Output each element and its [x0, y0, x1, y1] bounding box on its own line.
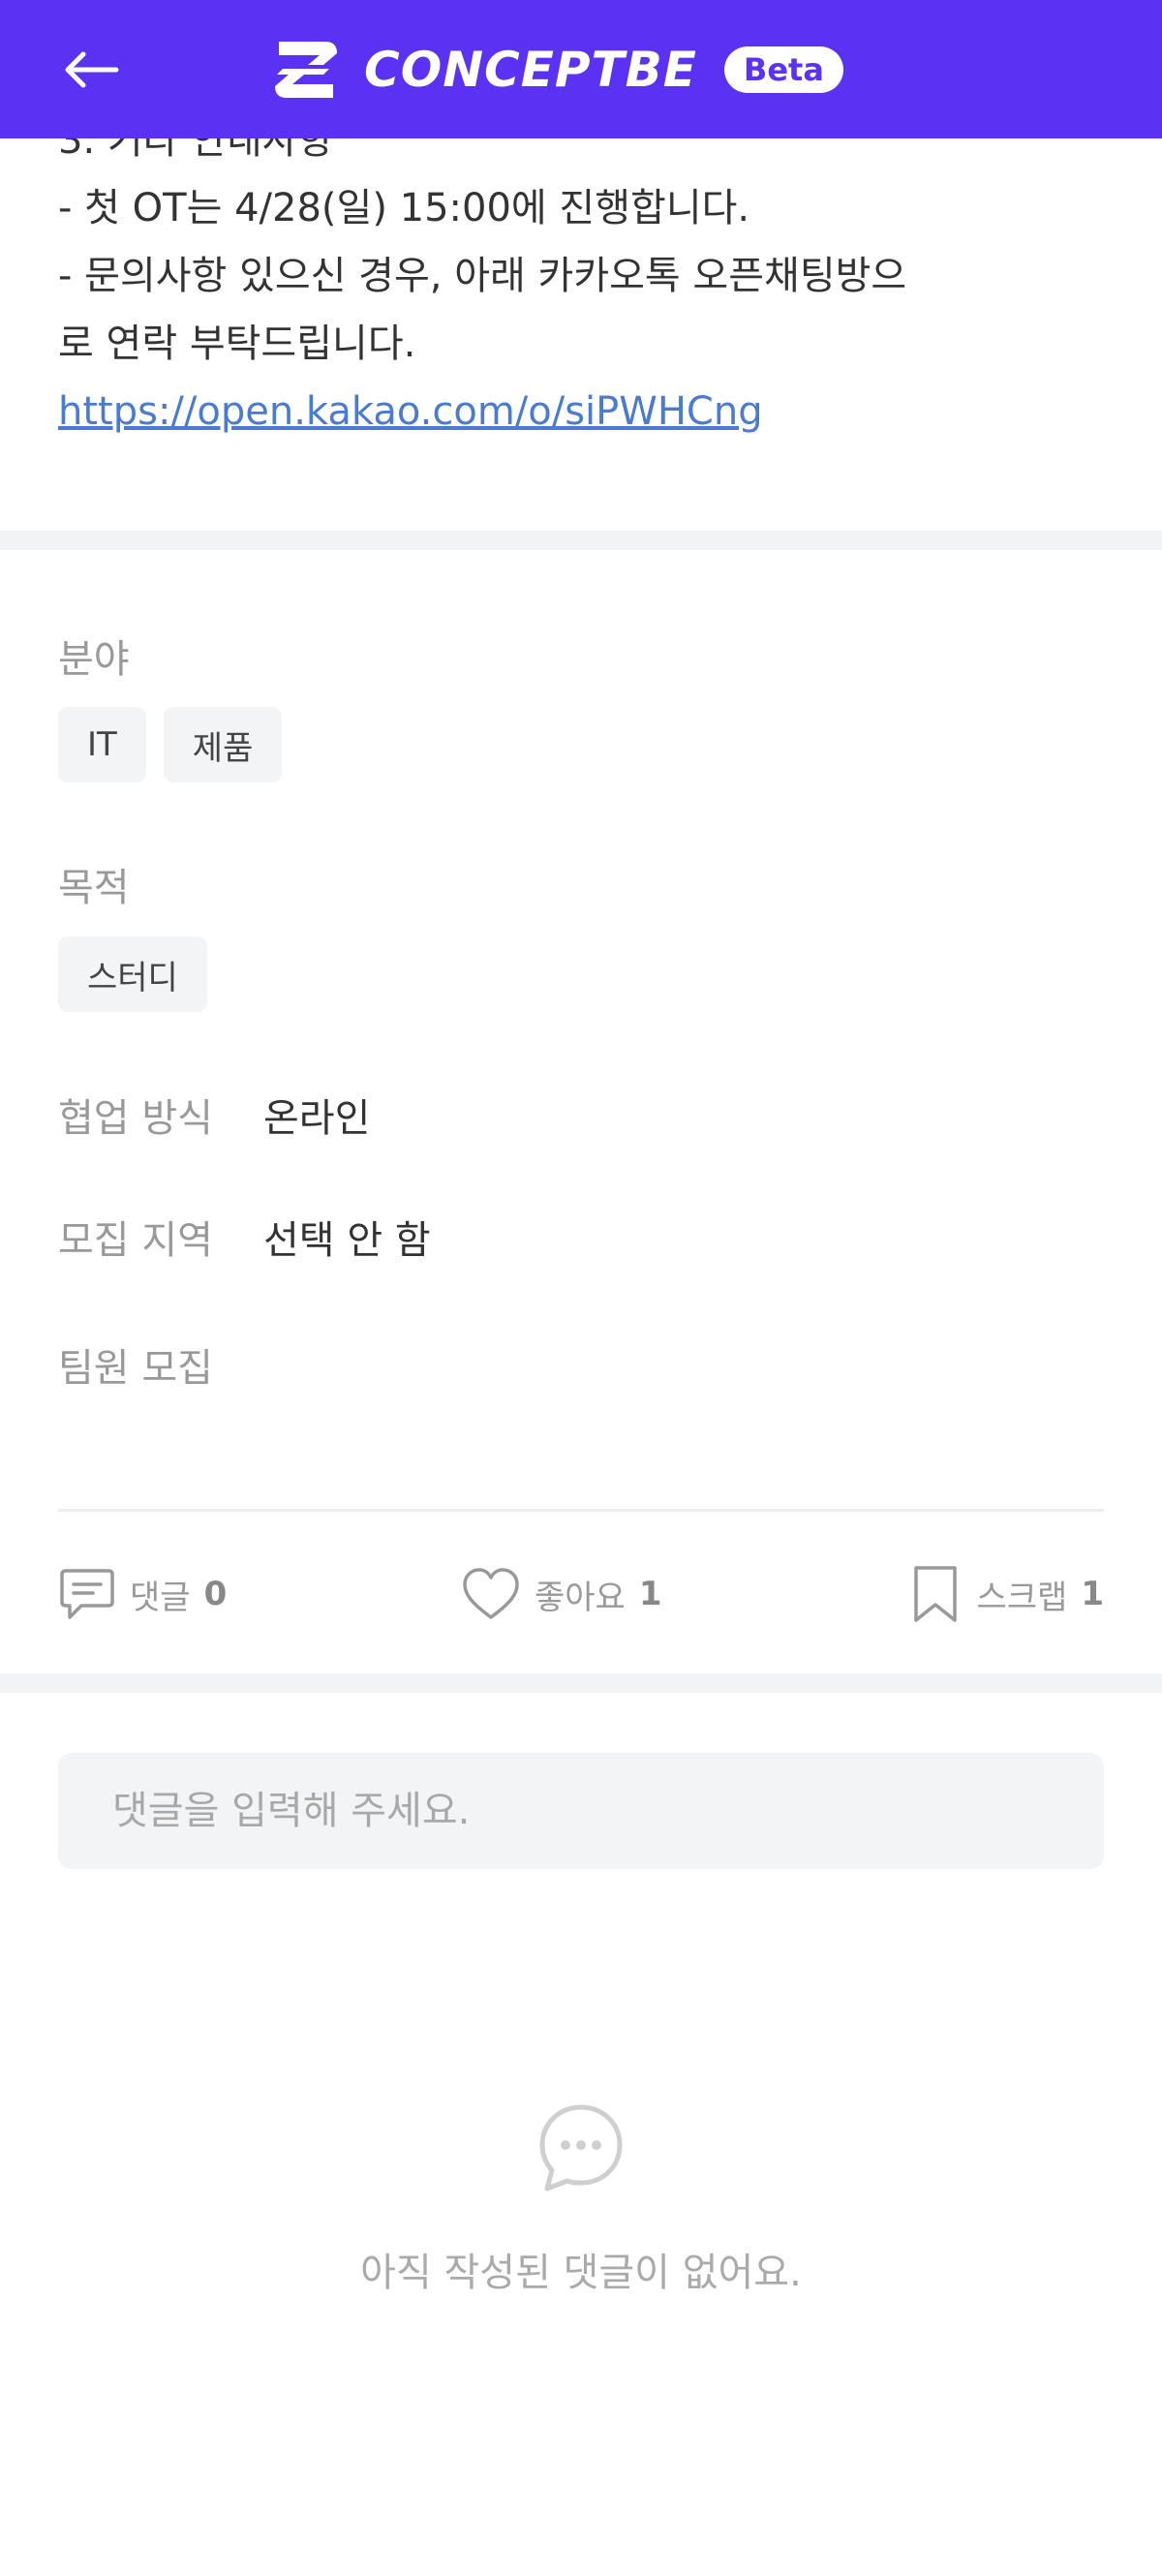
comment-input-box [58, 1753, 1104, 1869]
actions-divider [58, 1509, 1104, 1512]
like-action[interactable]: 좋아요 1 [461, 1557, 662, 1631]
comment-label: 댓글 [130, 1578, 191, 1617]
purpose-chip: 스터디 [58, 936, 207, 1012]
purpose-chips: 스터디 [58, 936, 207, 1012]
scrap-label: 스크랩 [976, 1578, 1068, 1617]
arrow-left-icon [65, 51, 119, 88]
collaboration-method-label: 협업 방식 [58, 1096, 213, 1141]
chat-dots-icon [539, 2104, 623, 2192]
recruit-region-value: 선택 안 함 [263, 1218, 431, 1263]
app-header: CONCEPTBE Beta [0, 0, 1162, 138]
like-count: 1 [638, 1575, 662, 1613]
comment-input[interactable] [58, 1753, 1104, 1869]
back-button[interactable] [50, 35, 132, 105]
conceptbe-logo-icon [275, 42, 337, 98]
section-divider [0, 531, 1162, 550]
description-line: - 문의사항 있으신 경우, 아래 카카오톡 오픈채팅방으 [58, 254, 907, 298]
scrap-action[interactable]: 스크랩 1 [908, 1557, 1104, 1631]
speech-bubble-icon [60, 1569, 114, 1619]
team-recruit-label: 팀원 모집 [58, 1346, 213, 1391]
brand-name: CONCEPTBE [364, 42, 697, 98]
field-chip: IT [58, 707, 146, 782]
field-chips: IT 제품 [58, 707, 283, 782]
post-description: 3. 기타 안내사항 - 첫 OT는 4/28(일) 15:00에 진행합니다.… [58, 107, 1114, 445]
recruit-region-label: 모집 지역 [58, 1218, 213, 1263]
section-divider [0, 1673, 1162, 1693]
bookmark-icon [914, 1566, 958, 1622]
recruit-region-row: 모집 지역 선택 안 함 [58, 1209, 431, 1265]
post-detail-page: CONCEPTBE Beta 3. 기타 안내사항 - 첫 OT는 4/28(일… [0, 0, 1162, 2576]
purpose-label: 목적 [58, 866, 130, 910]
brand[interactable]: CONCEPTBE Beta [269, 33, 843, 107]
collaboration-method-value: 온라인 [263, 1096, 371, 1141]
like-label: 좋아요 [535, 1578, 626, 1617]
collaboration-method-row: 협업 방식 온라인 [58, 1087, 370, 1143]
kakao-openchat-link[interactable]: https://open.kakao.com/o/siPWHCng [58, 389, 763, 434]
comment-action[interactable]: 댓글 0 [58, 1557, 227, 1631]
scrap-count: 1 [1081, 1575, 1104, 1613]
field-label: 분야 [58, 637, 130, 682]
heart-icon [463, 1568, 519, 1619]
beta-badge: Beta [723, 46, 843, 93]
post-actions: 댓글 0 좋아요 1 스크랩 1 [58, 1557, 1104, 1631]
comment-count: 0 [203, 1575, 228, 1613]
description-line: - 첫 OT는 4/28(일) 15:00에 진행합니다. [58, 186, 750, 230]
field-chip: 제품 [163, 707, 283, 782]
empty-comments-text: 아직 작성된 댓글이 없어요. [360, 2251, 802, 2295]
description-line: 로 연락 부탁드립니다. [58, 322, 416, 366]
